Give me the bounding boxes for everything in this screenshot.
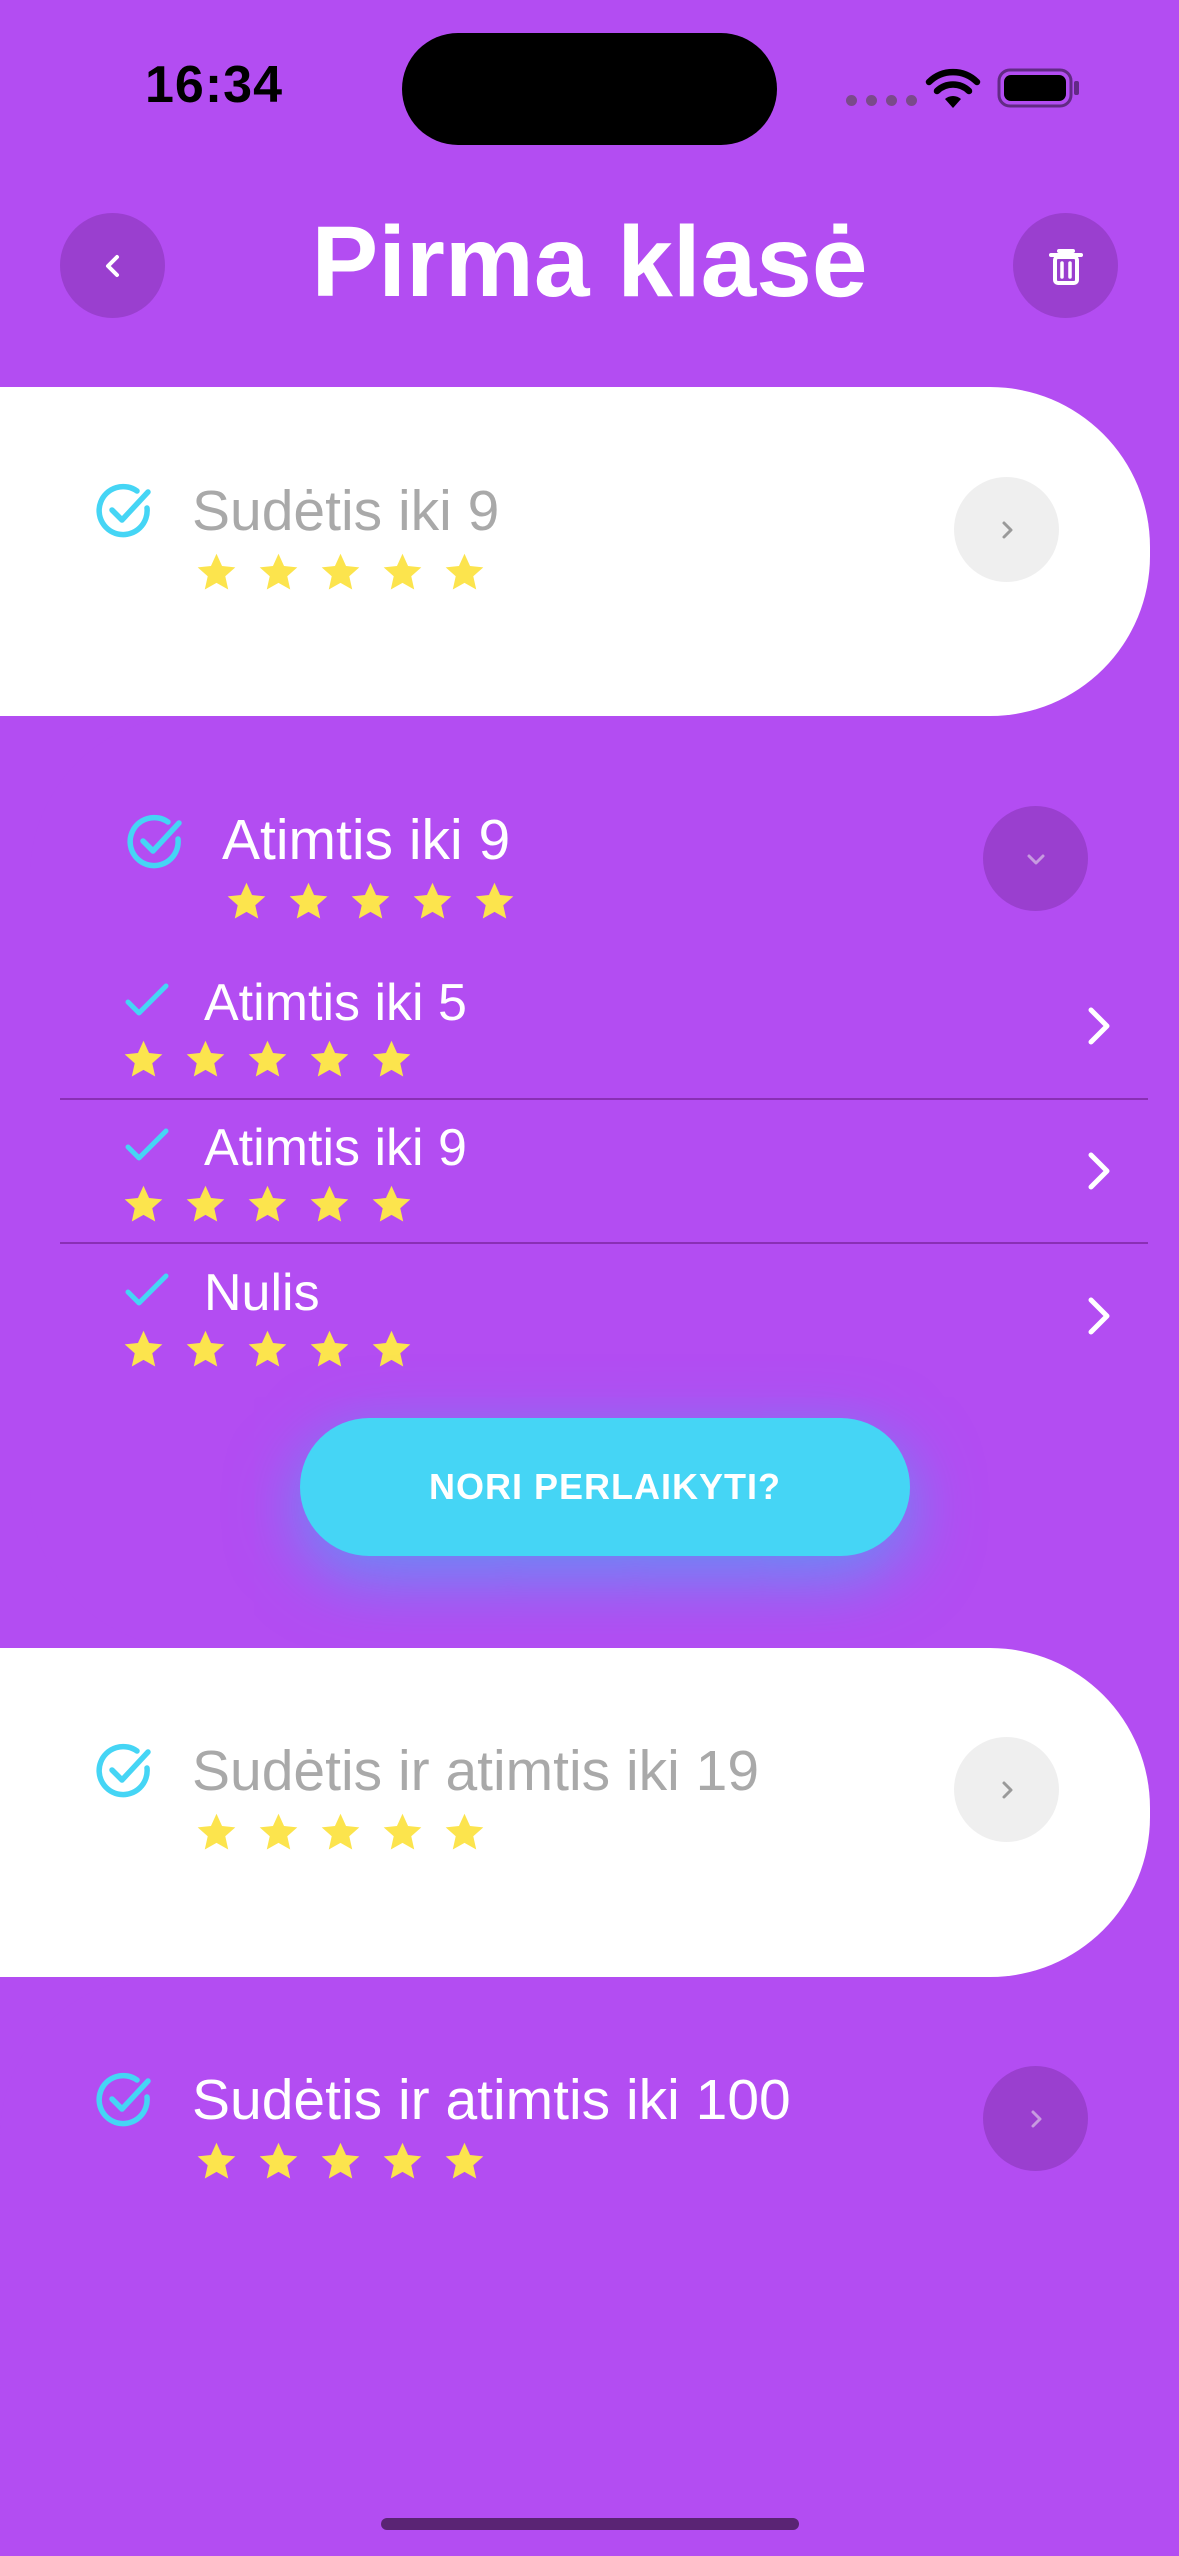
star-icon [370,1328,413,1371]
chevron-down-icon [1027,854,1044,864]
star-icon [195,1811,238,1854]
star-icon [308,1038,351,1081]
check-circle-icon [124,810,188,874]
star-icon [257,1811,300,1854]
chevron-right-icon [1002,521,1012,538]
star-icon [308,1183,351,1226]
star-icon [370,1183,413,1226]
star-icon [122,1183,165,1226]
star-icon [184,1328,227,1371]
home-indicator[interactable] [381,2518,799,2530]
check-circle-icon [93,479,157,543]
section-title: Sudėtis ir atimtis iki 19 [192,1739,760,1803]
star-icon [411,880,454,923]
star-rating [122,1328,413,1371]
section-card-3[interactable] [0,1977,1179,2556]
star-icon [195,551,238,594]
dynamic-island [402,33,777,145]
chevron-right-icon [1088,1007,1110,1045]
checkmark-icon [125,1273,169,1306]
lesson-title: Atimtis iki 9 [204,1119,467,1177]
star-rating [225,880,516,923]
chevron-right-icon [1002,1781,1012,1798]
star-icon [381,1811,424,1854]
chevron-right-icon [1031,2110,1041,2127]
star-icon [225,880,268,923]
section-title: Atimtis iki 9 [222,808,511,872]
checkmark-icon [125,983,169,1016]
chevron-right-icon [1088,1152,1110,1190]
star-icon [308,1328,351,1371]
star-icon [381,551,424,594]
section-title: Sudėtis iki 9 [192,479,500,543]
star-icon [246,1328,289,1371]
open-section-button[interactable] [954,1737,1059,1842]
star-rating [122,1183,413,1226]
star-icon [319,551,362,594]
status-time: 16:34 [145,56,283,114]
open-section-button[interactable] [954,477,1059,582]
star-icon [319,2140,362,2183]
star-rating [195,1811,486,1854]
star-icon [257,2140,300,2183]
star-icon [443,1811,486,1854]
star-icon [443,2140,486,2183]
star-icon [473,880,516,923]
lesson-title: Atimtis iki 5 [204,974,467,1032]
star-icon [443,551,486,594]
star-icon [195,2140,238,2183]
battery-icon [997,68,1079,108]
signal-dots-icon [846,95,917,106]
star-rating [122,1038,413,1081]
star-icon [349,880,392,923]
delete-button[interactable] [1013,213,1118,318]
trash-icon [1048,248,1083,285]
star-icon [184,1183,227,1226]
checkmark-icon [125,1128,169,1161]
star-icon [246,1183,289,1226]
open-section-button[interactable] [983,2066,1088,2171]
check-circle-icon [93,2068,157,2132]
star-icon [381,2140,424,2183]
wifi-icon [925,68,981,108]
star-icon [184,1038,227,1081]
star-icon [246,1038,289,1081]
collapse-section-button[interactable] [983,806,1088,911]
lesson-title: Nulis [204,1264,320,1322]
retake-button[interactable]: NORI PERLAIKYTI? [300,1418,910,1556]
star-icon [257,551,300,594]
section-title: Sudėtis ir atimtis iki 100 [192,2068,791,2132]
star-rating [195,2140,486,2183]
star-icon [122,1038,165,1081]
check-circle-icon [93,1739,157,1803]
star-icon [122,1328,165,1371]
star-icon [287,880,330,923]
page-title: Pirma klasė [311,206,868,318]
star-icon [319,1811,362,1854]
star-rating [195,551,486,594]
chevron-right-icon [1088,1297,1110,1335]
star-icon [370,1038,413,1081]
